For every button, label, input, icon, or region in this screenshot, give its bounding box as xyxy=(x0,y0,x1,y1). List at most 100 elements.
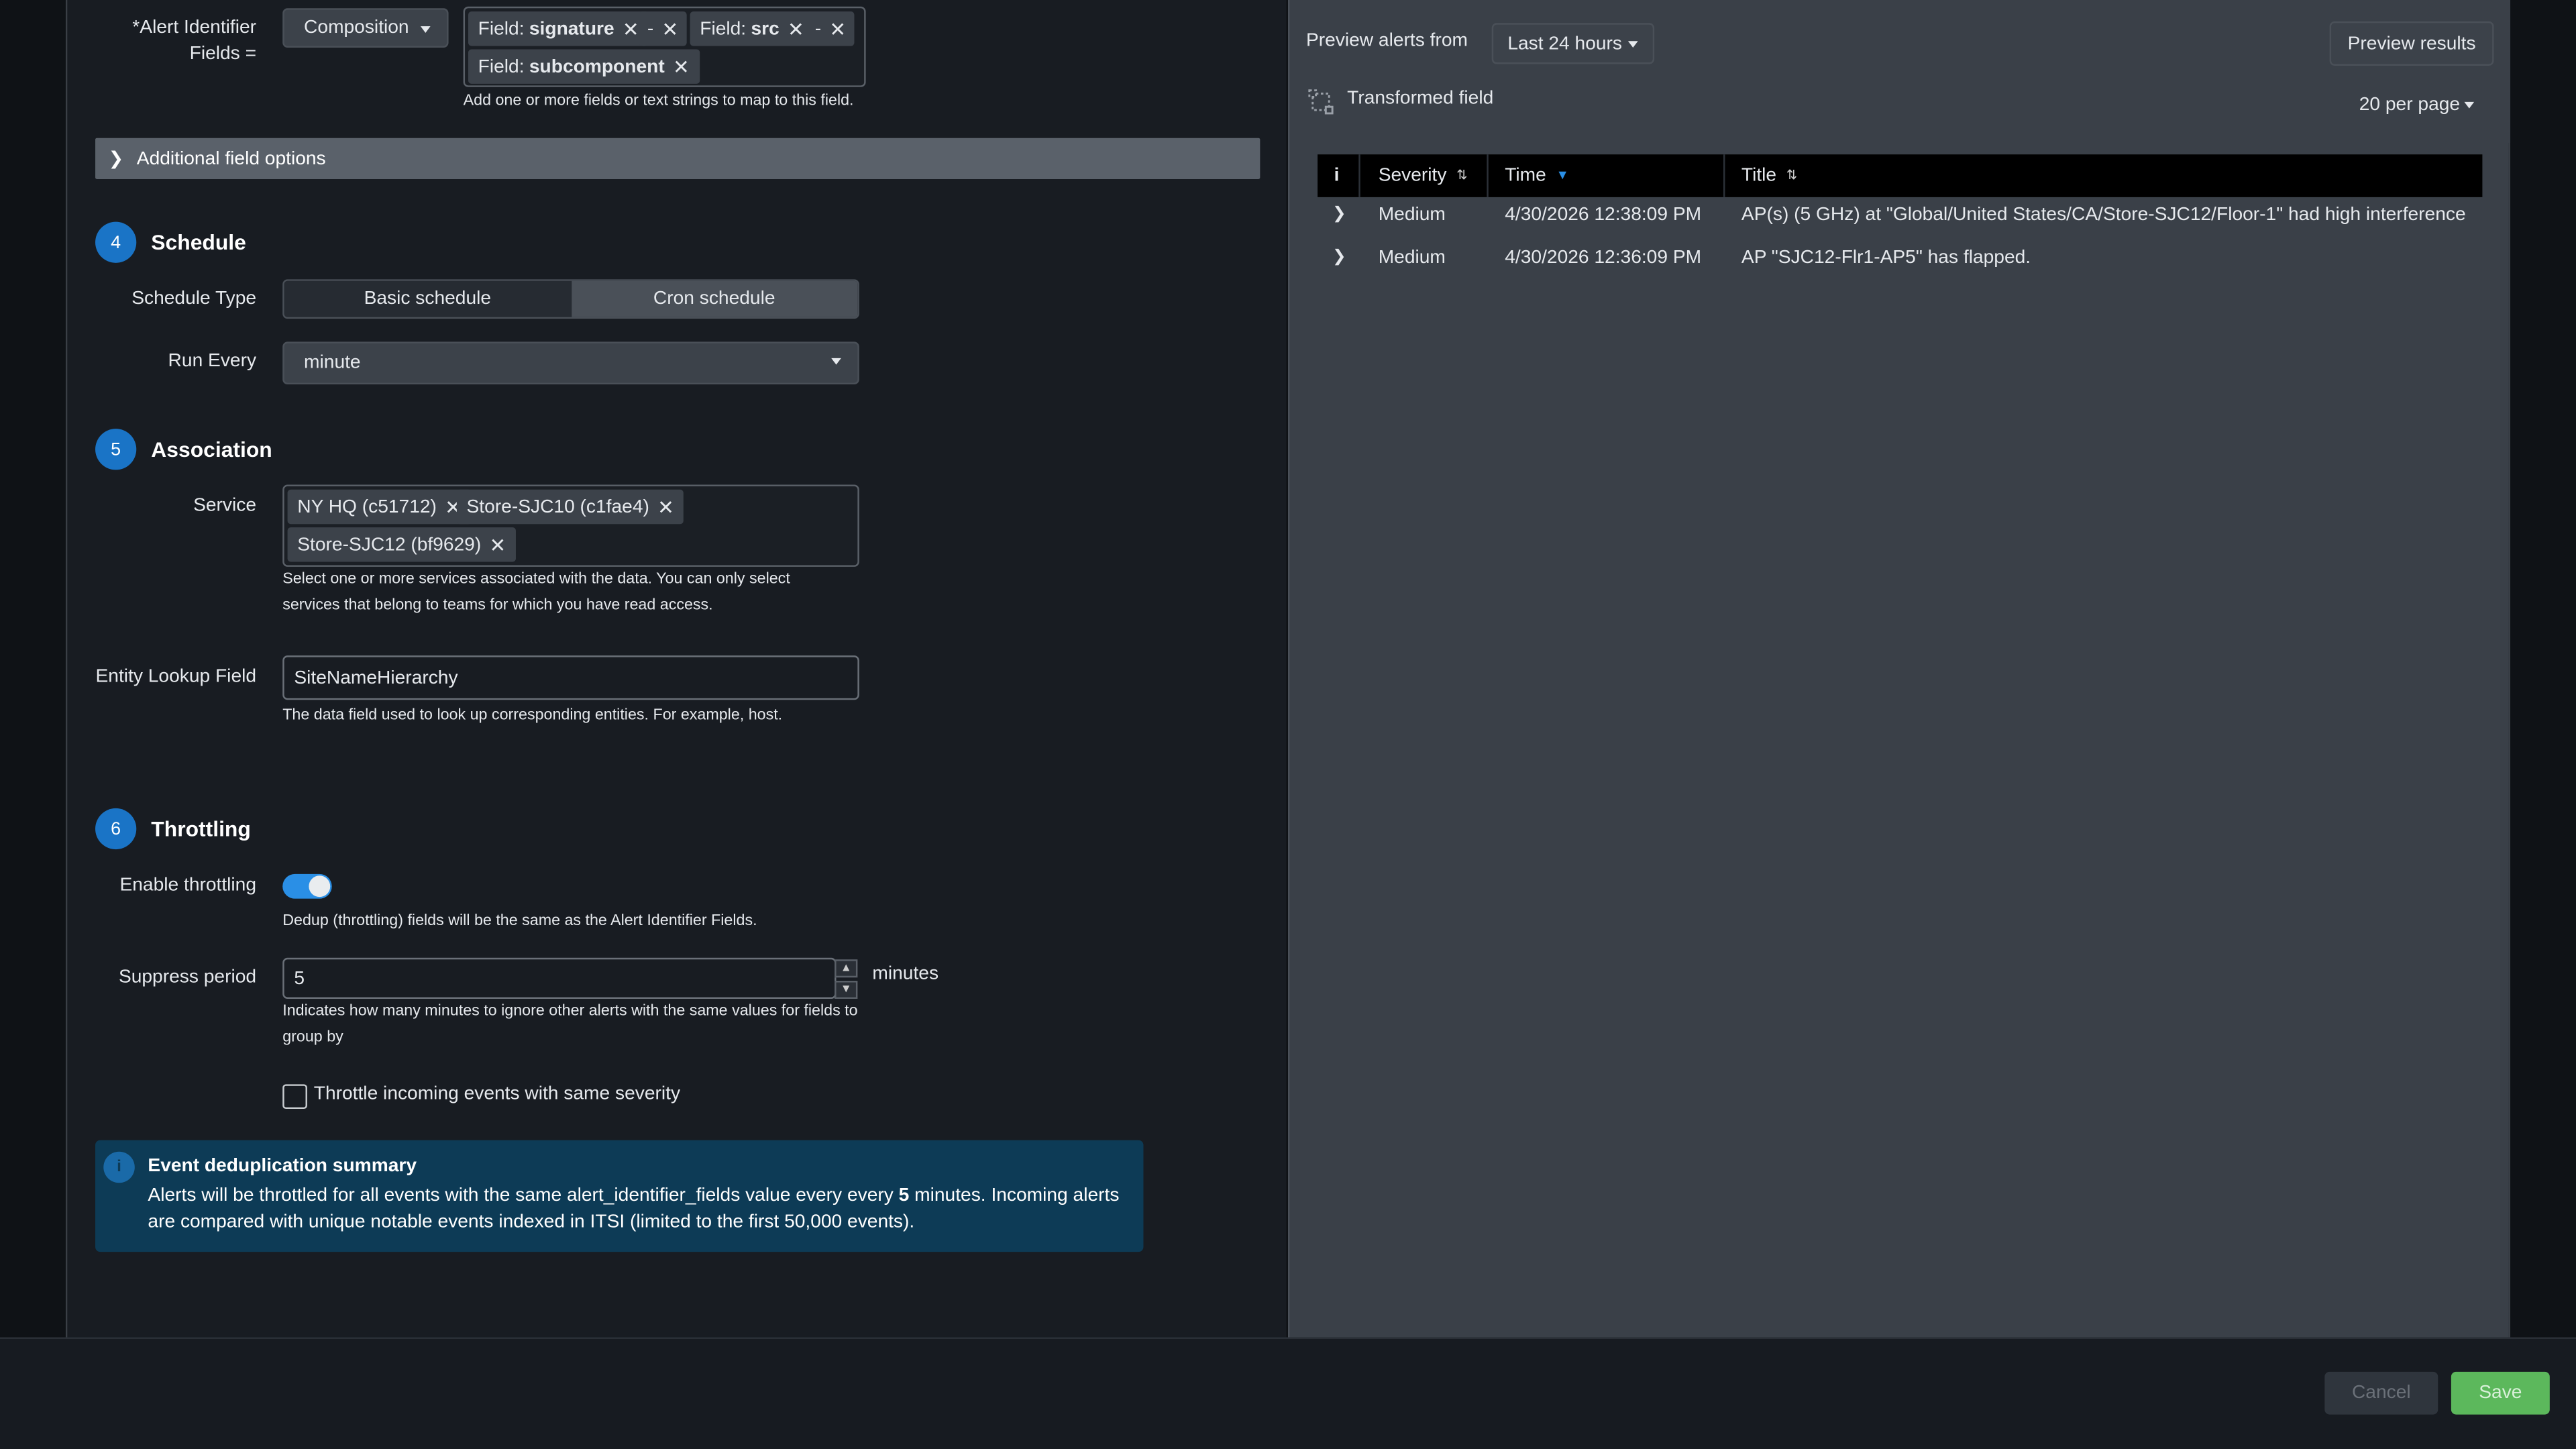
service-tag[interactable]: Store-SJC12 (bf9629) ✕ xyxy=(287,527,516,562)
transform-icon xyxy=(1306,87,1336,117)
close-icon[interactable]: ✕ xyxy=(489,533,506,556)
run-every-select[interactable]: minute xyxy=(282,341,859,385)
row-time: 4/30/2026 12:38:09 PM xyxy=(1505,205,1702,225)
suppress-help-line1: Indicates how many minutes to ignore oth… xyxy=(282,1002,858,1020)
time-range-dropdown[interactable]: Last 24 hours xyxy=(1491,23,1655,64)
step-badge-4: 4 xyxy=(95,221,137,263)
suppress-period-stepper[interactable]: ▲ ▼ xyxy=(835,959,858,999)
basic-schedule-option[interactable]: Basic schedule xyxy=(284,280,572,317)
time-column-header[interactable]: Time ▼ xyxy=(1505,154,1569,197)
service-tag-label: Store-SJC12 (bf9629) xyxy=(297,535,482,555)
summary-title: Event deduplication summary xyxy=(148,1157,417,1177)
sort-icon: ⇅ xyxy=(1786,167,1798,182)
run-every-label: Run Every xyxy=(168,352,257,372)
schedule-type-toggle: Basic schedule Cron schedule xyxy=(282,279,859,319)
info-icon: i xyxy=(103,1151,135,1183)
cron-schedule-option[interactable]: Cron schedule xyxy=(571,280,858,317)
close-icon[interactable]: ✕ xyxy=(829,17,846,40)
title-column-header[interactable]: Title ⇅ xyxy=(1741,154,1797,197)
column-divider xyxy=(1487,154,1489,197)
throttle-severity-label: Throttle incoming events with same sever… xyxy=(313,1084,681,1104)
caret-down-icon xyxy=(2465,101,2475,109)
preview-header xyxy=(1289,0,2511,144)
info-column-header: i xyxy=(1334,166,1340,186)
summary-text: Alerts will be throttled for all events … xyxy=(148,1183,1133,1235)
step-badge-5: 5 xyxy=(95,429,137,470)
time-header-label: Time xyxy=(1505,166,1546,186)
row-time: 4/30/2026 12:36:09 PM xyxy=(1505,248,1702,268)
preview-from-label: Preview alerts from xyxy=(1305,31,1468,51)
per-page-value: 20 per page xyxy=(2359,95,2461,115)
column-divider xyxy=(1723,154,1725,197)
throttle-severity-checkbox[interactable] xyxy=(282,1084,307,1110)
alert-identifier-label: *Alert Identifier Fields = xyxy=(26,15,256,67)
footer-bar xyxy=(0,1337,2576,1449)
suppress-period-label: Suppress period xyxy=(118,967,257,987)
section-title-association: Association xyxy=(151,437,272,462)
summary-minutes: 5 xyxy=(898,1186,910,1206)
section-title-schedule: Schedule xyxy=(151,229,246,255)
close-icon[interactable]: ✕ xyxy=(673,55,690,78)
preview-results-button[interactable]: Preview results xyxy=(2329,21,2494,66)
tag-prefix: - xyxy=(814,19,822,39)
suppress-help-line2: group by xyxy=(282,1028,343,1047)
entity-lookup-label: Entity Lookup Field xyxy=(95,667,257,687)
alert-identifier-tags[interactable]: Field: signature ✕ - ✕ Field: src ✕ - ✕ Field:… xyxy=(463,6,866,87)
tag-separator[interactable]: - ✕ xyxy=(639,11,687,46)
alert-identifier-label-line1: Alert Identifier xyxy=(140,17,257,38)
cancel-button[interactable]: Cancel xyxy=(2324,1371,2438,1415)
title-header-label: Title xyxy=(1741,166,1777,186)
close-icon[interactable]: ✕ xyxy=(623,17,639,40)
dedup-help: Dedup (throttling) fields will be the sa… xyxy=(282,912,757,930)
close-icon[interactable]: ✕ xyxy=(788,17,804,40)
tag-prefix: Field: xyxy=(478,19,525,39)
suppress-help: Indicates how many minutes to ignore oth… xyxy=(282,999,857,1051)
table-header: i Severity ⇅ Time ▼ Title ⇅ xyxy=(1318,154,2483,197)
tag-separator[interactable]: - ✕ xyxy=(806,11,855,46)
entity-lookup-value: SiteNameHierarchy xyxy=(294,667,458,688)
per-page-dropdown[interactable]: 20 per page xyxy=(2359,95,2475,115)
severity-column-header[interactable]: Severity ⇅ xyxy=(1379,154,1468,197)
table-row[interactable]: ❯ Medium 4/30/2026 12:38:09 PM AP(s) (5 … xyxy=(1318,197,2482,240)
service-tag[interactable]: NY HQ (c51712) ✕ xyxy=(287,489,472,525)
tag-prefix: - xyxy=(647,19,654,39)
composition-dropdown[interactable]: Composition xyxy=(282,8,449,48)
enable-throttling-toggle[interactable] xyxy=(282,873,332,899)
summary-text-part1: Alerts will be throttled for all events … xyxy=(148,1186,899,1206)
caret-down-icon xyxy=(1628,40,1639,47)
enable-throttling-label: Enable throttling xyxy=(119,875,257,896)
table-row[interactable]: ❯ Medium 4/30/2026 12:36:09 PM AP "SJC12… xyxy=(1318,240,2482,283)
tag-field-signature[interactable]: Field: signature ✕ xyxy=(468,11,649,46)
row-title: AP "SJC12-Flr1-AP5" has flapped. xyxy=(1741,248,2031,268)
composition-label: Composition xyxy=(304,17,409,38)
row-title: AP(s) (5 GHz) at "Global/United States/C… xyxy=(1741,205,2466,225)
suppress-period-value: 5 xyxy=(294,968,305,989)
stepper-down-icon[interactable]: ▼ xyxy=(835,981,858,999)
service-tag[interactable]: Store-SJC10 (c1fae4) ✕ xyxy=(456,489,684,525)
additional-field-options[interactable]: ❯ Additional field options xyxy=(95,138,1260,179)
toggle-knob xyxy=(309,875,331,898)
required-marker: * xyxy=(132,17,140,38)
entity-lookup-input[interactable]: SiteNameHierarchy xyxy=(282,655,859,700)
tag-field-src[interactable]: Field: src ✕ xyxy=(690,11,814,46)
sort-icon: ⇅ xyxy=(1456,167,1468,182)
severity-header-label: Severity xyxy=(1378,166,1447,186)
chevron-right-icon[interactable]: ❯ xyxy=(1332,248,1346,266)
service-selector[interactable]: NY HQ (c51712) ✕ Store-SJC10 (c1fae4) ✕ St… xyxy=(282,484,859,567)
service-tag-label: NY HQ (c51712) xyxy=(297,496,437,517)
time-range-value: Last 24 hours xyxy=(1507,34,1622,54)
transformed-field-label: Transformed field xyxy=(1347,89,1494,109)
save-button[interactable]: Save xyxy=(2451,1371,2550,1415)
service-tag-label: Store-SJC10 (c1fae4) xyxy=(466,496,649,517)
caret-down-icon xyxy=(420,26,431,33)
tag-prefix: Field: xyxy=(700,19,747,39)
chevron-right-icon[interactable]: ❯ xyxy=(1332,205,1346,223)
tag-field-subcomponent[interactable]: Field: subcomponent ✕ xyxy=(468,49,700,84)
tags-help: Add one or more fields or text strings t… xyxy=(463,92,854,111)
close-icon[interactable]: ✕ xyxy=(657,495,674,518)
sort-descending-icon: ▼ xyxy=(1556,167,1569,182)
stepper-up-icon[interactable]: ▲ xyxy=(835,959,858,978)
suppress-period-input[interactable]: 5 xyxy=(282,957,837,999)
close-icon[interactable]: ✕ xyxy=(662,17,679,40)
chevron-right-icon: ❯ xyxy=(108,149,124,170)
